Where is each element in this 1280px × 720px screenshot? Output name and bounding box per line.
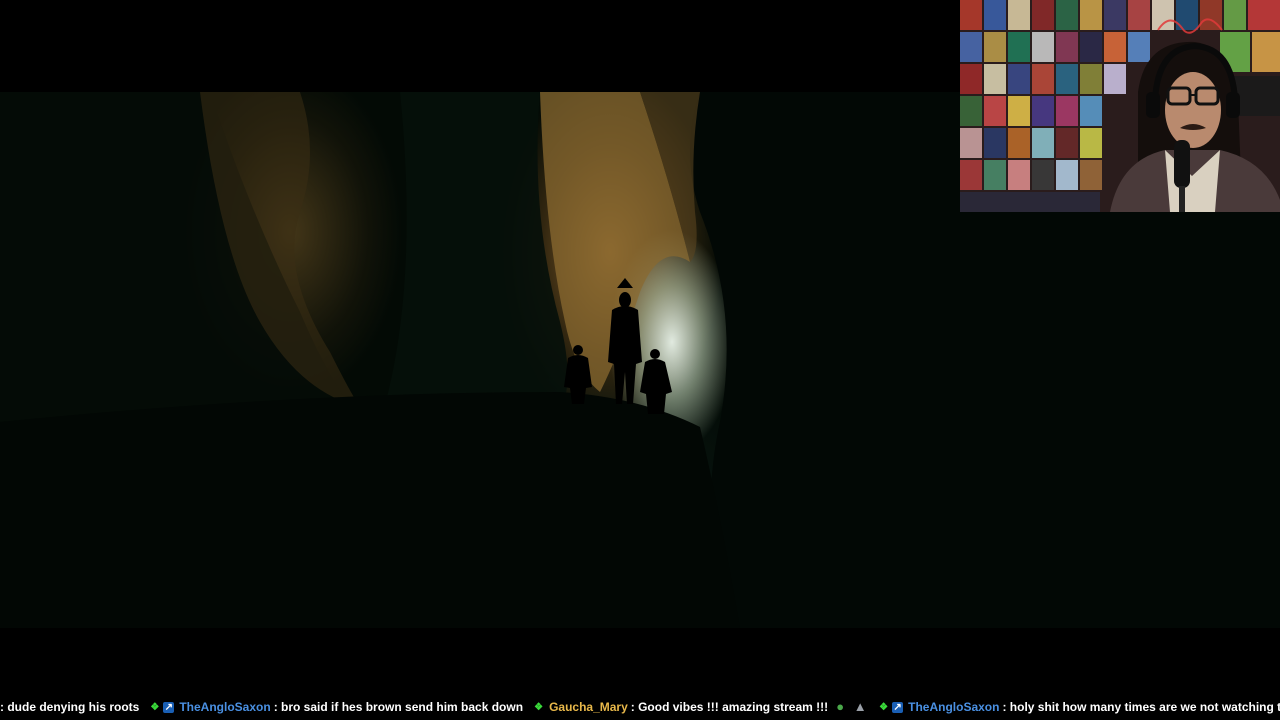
blue-arrow-icon: ↗ [163, 701, 175, 713]
dog-emote-icon: ▲ [853, 699, 867, 714]
green-k-icon: ❖ [879, 701, 889, 713]
chat-message: ❖ ↗ TheAngloSaxon : bro said if hes brow… [149, 700, 523, 714]
streamer-camera-image [960, 0, 1280, 212]
chat-ticker: : dude denying his roots ❖ ↗ TheAngloSax… [0, 694, 1280, 720]
chat-message-text: : holy shit how many times are we not wa… [1002, 700, 1280, 714]
green-k-icon: ❖ [150, 701, 160, 713]
chat-username[interactable]: TheAngloSaxon [908, 700, 999, 714]
webcam-overlay [960, 0, 1280, 212]
green-k-icon: ❖ [534, 701, 544, 713]
chat-ticker-track: : dude denying his roots ❖ ↗ TheAngloSax… [0, 699, 1280, 715]
pepe-emote-icon: ● [836, 699, 845, 714]
chat-message: ❖ Gaucha_Mary : Good vibes !!! amazing s… [533, 699, 868, 715]
chat-username[interactable]: Gaucha_Mary [549, 700, 628, 714]
chat-message-text: : bro said if hes brown send him back do… [273, 700, 524, 714]
chat-message-text: : dude denying his roots [0, 700, 140, 714]
chat-message: ❖ ↗ TheAngloSaxon : holy shit how many t… [878, 699, 1280, 715]
stream-layout: : dude denying his roots ❖ ↗ TheAngloSax… [0, 0, 1280, 720]
chat-message-text: : Good vibes !!! amazing stream !!! [630, 700, 829, 714]
chat-message: : dude denying his roots [0, 700, 139, 714]
blue-arrow-icon: ↗ [892, 701, 904, 713]
chat-username[interactable]: TheAngloSaxon [179, 700, 270, 714]
